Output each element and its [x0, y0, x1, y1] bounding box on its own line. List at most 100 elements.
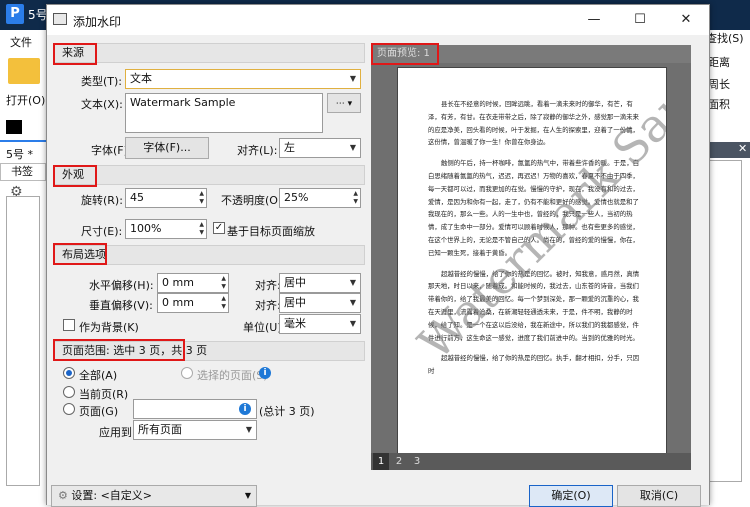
chevron-down-icon: ▼ — [349, 319, 356, 328]
appearance-header: 外观 — [53, 165, 365, 185]
voffset-label: 垂直偏移(V): — [89, 299, 153, 312]
scale-checkbox-label: 基于目标页面缩放 — [227, 225, 315, 238]
total-pages-label: (总计 3 页) — [259, 405, 315, 418]
opacity-spinner[interactable]: 25% ▲ ▼ — [279, 188, 361, 208]
preview-page-tabs: 1 2 3 — [371, 453, 691, 470]
align-select[interactable]: 左 ▼ — [279, 138, 361, 158]
valign-select[interactable]: 居中 ▼ — [279, 293, 361, 313]
gear-icon: ⚙ — [58, 489, 68, 502]
halign-label: 对齐: — [255, 279, 281, 292]
find-button[interactable]: 查找(S) — [706, 30, 744, 46]
preview-page-tab[interactable]: 3 — [409, 453, 425, 470]
info-icon[interactable]: i — [259, 367, 271, 379]
perimeter-tool[interactable]: 周长 — [708, 76, 730, 92]
close-button[interactable]: ✕ — [663, 5, 709, 35]
app-title: 5号 — [28, 8, 48, 22]
page-range-radio[interactable] — [63, 403, 75, 415]
insert-text-button[interactable]: ⋯ ▾ — [327, 93, 361, 113]
text-input[interactable]: Watermark Sample — [125, 93, 323, 133]
right-panel-close-icon[interactable]: ✕ — [738, 142, 747, 155]
settings-value: 设置: <自定义> — [71, 489, 153, 502]
chevron-down-icon: ▼ — [349, 74, 356, 83]
apply-to-select[interactable]: 所有页面 ▼ — [133, 420, 257, 440]
size-value: 100% — [130, 222, 162, 235]
background-checkbox-label: 作为背景(K) — [79, 321, 139, 334]
selected-pages-radio[interactable] — [181, 367, 193, 379]
unit-value: 毫米 — [284, 317, 306, 330]
source-header: 来源 — [53, 43, 365, 63]
preview-page: 县长在不经意的时候，回眸远眺，看着一滴未来时的御华，有芒，有泽，有芳，有甘。在衣… — [397, 67, 667, 467]
spinner-arrows-icon[interactable]: ▲ ▼ — [221, 275, 226, 291]
spinner-arrows-icon[interactable]: ▲ ▼ — [353, 190, 358, 206]
text-label: 文本(X): — [81, 98, 123, 111]
type-select[interactable]: 文本 ▼ — [125, 69, 361, 89]
opacity-label: 不透明度(O): — [221, 194, 286, 207]
maximize-button[interactable]: ☐ — [617, 5, 663, 35]
layout-header: 布局选项 — [53, 245, 365, 265]
hoffset-label: 水平偏移(H): — [89, 279, 154, 292]
preview-header: 页面预览: 1 — [371, 45, 691, 63]
appearance-header-label: 外观 — [62, 168, 84, 181]
type-label: 类型(T): — [81, 75, 123, 88]
spinner-arrows-icon[interactable]: ▲ ▼ — [221, 295, 226, 311]
rotate-value: 45 — [130, 191, 144, 204]
valign-label: 对齐: — [255, 299, 281, 312]
ok-button[interactable]: 确定(O) — [529, 485, 613, 507]
halign-value: 居中 — [284, 276, 306, 289]
align-label: 对齐(L): — [237, 144, 278, 157]
dialog-icon — [53, 13, 67, 25]
tab-indicator — [0, 140, 46, 142]
page-range-header: 页面范围: 选中 3 页，共 3 页 — [53, 341, 365, 361]
valign-value: 居中 — [284, 296, 306, 309]
spinner-arrows-icon[interactable]: ▲ ▼ — [199, 221, 204, 237]
preview-page-tab[interactable]: 1 — [373, 453, 389, 470]
text-value: Watermark Sample — [130, 96, 236, 109]
dialog-title: 添加水印 — [73, 15, 122, 29]
hoffset-spinner[interactable]: 0 mm ▲ ▼ — [157, 273, 229, 293]
info-icon[interactable]: i — [239, 403, 251, 415]
document-tab[interactable]: 5号 * — [6, 146, 33, 162]
page-range-header-label: 页面范围: 选中 3 页，共 3 页 — [62, 344, 208, 357]
current-page-radio[interactable] — [63, 386, 75, 398]
bookmarks-panel-title: 书签 — [0, 163, 46, 181]
preview-page-tab[interactable]: 2 — [391, 453, 407, 470]
source-header-label: 来源 — [62, 46, 84, 59]
scale-checkbox[interactable]: ✓ — [213, 222, 225, 234]
rotate-spinner[interactable]: 45 ▲ ▼ — [125, 188, 207, 208]
unit-select[interactable]: 毫米 ▼ — [279, 314, 361, 334]
cancel-button[interactable]: 取消(C) — [617, 485, 701, 507]
size-label: 尺寸(E): — [81, 225, 123, 238]
color-swatch[interactable] — [6, 120, 22, 134]
hoffset-value: 0 mm — [162, 276, 194, 289]
current-page-label: 当前页(R) — [79, 388, 129, 401]
halign-select[interactable]: 居中 ▼ — [279, 273, 361, 293]
apply-to-label: 应用到: — [99, 426, 136, 439]
rotate-label: 旋转(R): — [81, 194, 123, 207]
menu-file[interactable]: 文件 — [10, 34, 32, 50]
right-panel — [708, 160, 742, 482]
background-checkbox[interactable] — [63, 319, 75, 331]
align-value: 左 — [284, 141, 295, 154]
chevron-down-icon: ▼ — [245, 425, 252, 434]
size-spinner[interactable]: 100% ▲ ▼ — [125, 219, 207, 239]
area-tool[interactable]: 面积 — [708, 96, 730, 112]
minimize-button[interactable]: — — [571, 5, 617, 35]
chevron-down-icon: ▼ — [349, 298, 356, 307]
app-logo-icon: P — [6, 4, 24, 24]
all-pages-radio[interactable] — [63, 367, 75, 379]
chevron-down-icon: ▼ — [349, 143, 356, 152]
spinner-arrows-icon[interactable]: ▲ ▼ — [199, 190, 204, 206]
distance-tool[interactable]: 距离 — [708, 54, 730, 70]
layout-header-label: 布局选项 — [62, 248, 106, 261]
apply-to-value: 所有页面 — [138, 423, 182, 436]
add-watermark-dialog: 添加水印 — ☐ ✕ 来源 类型(T): 文本 ▼ 文本(X): Watermar… — [46, 4, 710, 507]
opacity-value: 25% — [284, 191, 309, 204]
page-range-label: 页面(G) — [79, 405, 119, 418]
settings-dropdown[interactable]: ⚙ 设置: <自定义> ▼ — [51, 485, 257, 507]
font-button[interactable]: 字体(F)... — [125, 137, 209, 159]
preview-pane: 页面预览: 1 县长在不经意的时候，回眸远眺，看着一滴未来时的御华，有芒，有泽，… — [371, 45, 691, 470]
voffset-spinner[interactable]: 0 mm ▲ ▼ — [157, 293, 229, 313]
all-pages-label: 全部(A) — [79, 369, 118, 382]
folder-icon[interactable] — [8, 58, 40, 84]
bookmarks-panel — [6, 196, 40, 486]
